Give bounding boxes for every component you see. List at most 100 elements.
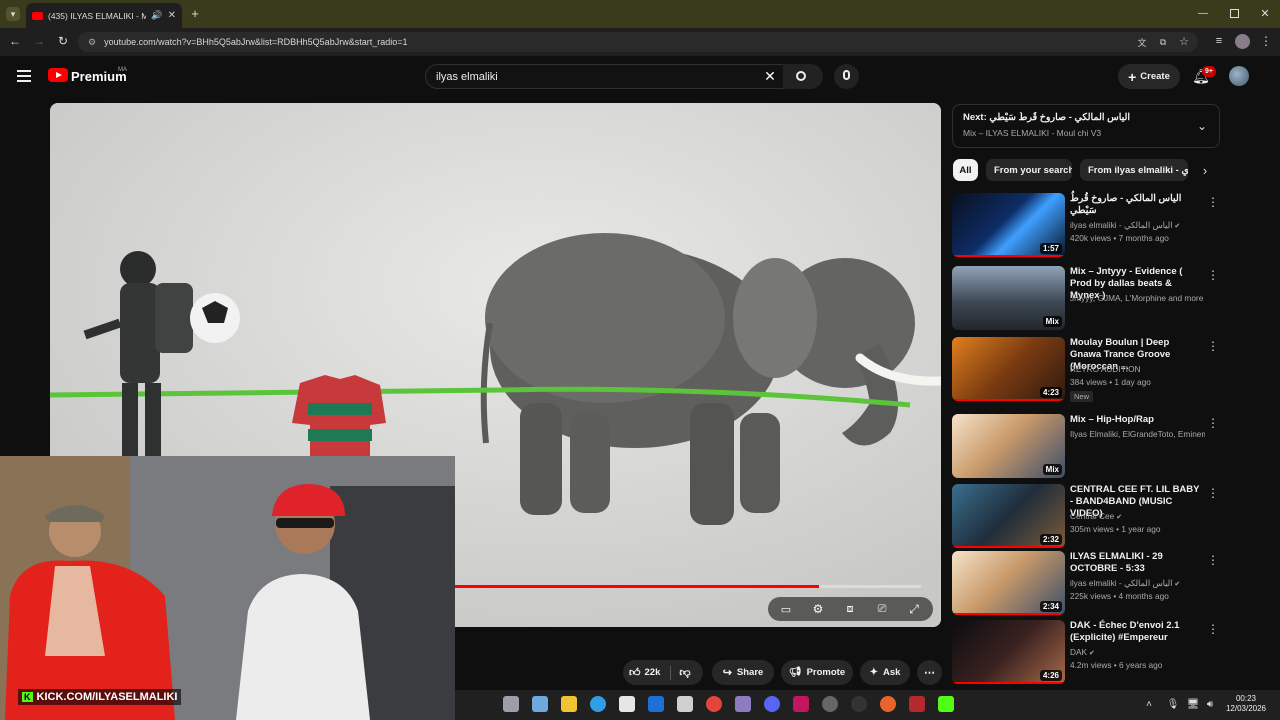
task-view-icon[interactable]: [503, 696, 519, 712]
fullscreen-icon[interactable]: ⤢: [906, 601, 922, 617]
channel-name[interactable]: ilyas elmaliki - الياس المالكي ✔: [1070, 220, 1205, 230]
share-button[interactable]: ↪ Share: [712, 660, 774, 685]
voice-search-button[interactable]: [834, 64, 859, 89]
channel-name[interactable]: ilyas elmaliki - الياس المالكي ✔: [1070, 578, 1205, 588]
install-icon[interactable]: ⧉: [1157, 36, 1169, 48]
more-options-icon[interactable]: ⋮: [1207, 268, 1219, 282]
clock[interactable]: 00:23 12/03/2026: [1222, 694, 1270, 714]
channel-name[interactable]: RETRO AUDITION: [1070, 364, 1205, 374]
ask-button[interactable]: ✦ Ask: [860, 660, 910, 685]
speaker-icon[interactable]: 🔊: [151, 10, 162, 21]
more-options-icon[interactable]: ⋮: [1207, 553, 1219, 567]
chevron-right-icon[interactable]: ›: [1198, 163, 1212, 178]
kick-app-icon[interactable]: [938, 696, 954, 712]
channel-name[interactable]: Ilyas Elmaliki, ElGrandeToto, Eminem an.…: [1070, 429, 1205, 439]
mic-tray-icon[interactable]: 🎙︎: [1166, 697, 1180, 711]
thumbs-up-icon[interactable]: 👍︎: [629, 666, 641, 679]
recommendation-item[interactable]: 4:23 Moulay Boulun | Deep Gnawa Trance Gr…: [952, 337, 1220, 402]
bookmark-star-icon[interactable]: ☆: [1178, 35, 1190, 48]
copilot-icon[interactable]: [532, 696, 548, 712]
edge-icon[interactable]: [590, 696, 606, 712]
recommendation-item[interactable]: 2:32 CENTRAL CEE FT. LIL BABY - BAND4BAND…: [952, 484, 1220, 548]
more-options-icon[interactable]: ⋮: [1207, 339, 1219, 353]
settings-gear-icon[interactable]: ⚙: [810, 601, 826, 617]
clear-search-icon[interactable]: ✕: [762, 68, 778, 84]
recommendation-item[interactable]: 4:26 DAK - Échec D'envoi 2.1 (Explicite) …: [952, 620, 1220, 684]
recommendation-item[interactable]: Mix Mix – Jntyyy - Evidence ( Prod by dal…: [952, 266, 1220, 330]
chevron-down-icon[interactable]: ⌄: [1195, 119, 1209, 133]
network-icon[interactable]: 🖥︎: [1186, 697, 1200, 711]
search-input[interactable]: ilyas elmaliki: [425, 64, 815, 89]
browser-tab[interactable]: (435) ILYAS ELMALIKI - Mou 🔊 ✕: [26, 3, 182, 28]
tab-list-icon[interactable]: ▾: [6, 7, 20, 21]
video-thumbnail[interactable]: 4:23: [952, 337, 1065, 401]
video-thumbnail[interactable]: 2:32: [952, 484, 1065, 548]
video-title[interactable]: Mix – Hip-Hop/Rap: [1070, 414, 1200, 426]
reading-list-icon[interactable]: ≡: [1212, 34, 1226, 48]
video-title[interactable]: DAK - Échec D'envoi 2.1 (Explicite) #Emp…: [1070, 620, 1200, 644]
kick-watermark-text: KICK.COM/ILYASELMALIKI: [36, 691, 178, 703]
chip-all[interactable]: All: [953, 159, 978, 181]
browser-menu-icon[interactable]: ⋮: [1260, 34, 1272, 48]
search-button[interactable]: [783, 64, 823, 89]
maximize-icon[interactable]: [1230, 9, 1239, 18]
cast-icon[interactable]: ⎚: [874, 601, 890, 617]
chip-from-channel[interactable]: From ilyas elmaliki - ي: [1080, 159, 1188, 181]
more-options-icon[interactable]: ⋮: [1207, 622, 1219, 636]
recommendation-item[interactable]: Mix Mix – Hip-Hop/Rap Ilyas Elmaliki, ElGr…: [952, 414, 1220, 478]
hamburger-menu-icon[interactable]: [17, 70, 31, 82]
create-button[interactable]: + Create: [1118, 64, 1180, 89]
discord-icon[interactable]: [764, 696, 780, 712]
recommendation-item[interactable]: 1:57 الياس المالكي - صاروخ قُرطُ سَيْطي il…: [952, 193, 1220, 257]
reload-icon[interactable]: ↻: [56, 34, 70, 48]
tab-close-icon[interactable]: ✕: [168, 10, 176, 21]
gamebar-icon[interactable]: [735, 696, 751, 712]
obs-icon[interactable]: [822, 696, 838, 712]
channel-name[interactable]: Central Cee ✔: [1070, 511, 1205, 521]
youtube-logo-icon[interactable]: [48, 68, 68, 82]
video-thumbnail[interactable]: 1:57: [952, 193, 1065, 257]
brave-icon[interactable]: [880, 696, 896, 712]
photos-icon[interactable]: [677, 696, 693, 712]
video-thumbnail[interactable]: Mix: [952, 414, 1065, 478]
video-thumbnail[interactable]: 4:26: [952, 620, 1065, 684]
forward-icon[interactable]: →: [32, 34, 46, 48]
video-thumbnail[interactable]: 2:34: [952, 551, 1065, 615]
video-title[interactable]: ILYAS ELMALIKI - 29 OCTOBRE - 5:33: [1070, 551, 1200, 575]
subtitles-icon[interactable]: ▭: [778, 601, 794, 617]
store-icon[interactable]: [619, 696, 635, 712]
translate-icon[interactable]: 文: [1136, 36, 1148, 48]
volume-icon[interactable]: 🔊︎: [1203, 697, 1217, 711]
more-options-icon[interactable]: ⋮: [1207, 416, 1219, 430]
chip-from-your-search[interactable]: From your search: [986, 159, 1072, 181]
playlist-panel[interactable]: Next: الياس المالكي - صاروخ قُرطُ سَيْطي…: [952, 104, 1220, 148]
close-window-icon[interactable]: ✕: [1258, 6, 1272, 20]
miniplayer-icon[interactable]: ⧈: [842, 601, 858, 617]
thumbs-down-icon[interactable]: 👎︎: [679, 666, 690, 679]
recorder-icon[interactable]: [909, 696, 925, 712]
like-count[interactable]: 22k: [645, 667, 661, 678]
kick-logo-icon: K: [22, 692, 33, 702]
more-options-icon[interactable]: ⋮: [1207, 195, 1219, 209]
video-thumbnail[interactable]: Mix: [952, 266, 1065, 330]
chrome-icon[interactable]: [706, 696, 722, 712]
adobe-icon[interactable]: [793, 696, 809, 712]
back-icon[interactable]: ←: [8, 34, 22, 48]
channel-name[interactable]: Jntyyy, GJMA, L'Morphine and more: [1070, 293, 1205, 303]
channel-name[interactable]: DAK ✔: [1070, 647, 1205, 657]
new-tab-icon[interactable]: +: [188, 6, 202, 21]
recommendation-item[interactable]: 2:34 ILYAS ELMALIKI - 29 OCTOBRE - 5:33 il…: [952, 551, 1220, 615]
video-title[interactable]: الياس المالكي - صاروخ قُرطُ سَيْطي: [1070, 193, 1200, 217]
app-icon-dark[interactable]: [851, 696, 867, 712]
account-avatar[interactable]: [1229, 66, 1249, 86]
more-options-icon[interactable]: ⋮: [1207, 486, 1219, 500]
promote-button[interactable]: 📢︎ Promote: [781, 660, 853, 685]
tray-chevron-icon[interactable]: ˄: [1142, 697, 1156, 711]
profile-avatar[interactable]: [1235, 34, 1250, 49]
outlook-icon[interactable]: [648, 696, 664, 712]
address-bar[interactable]: ⚙ youtube.com/watch?v=BHh5Q5abJrw&list=R…: [78, 32, 1198, 52]
site-info-icon[interactable]: ⚙: [88, 37, 96, 48]
file-explorer-icon[interactable]: [561, 696, 577, 712]
more-actions-button[interactable]: ⋯: [917, 660, 942, 685]
minimize-icon[interactable]: —: [1196, 6, 1210, 20]
